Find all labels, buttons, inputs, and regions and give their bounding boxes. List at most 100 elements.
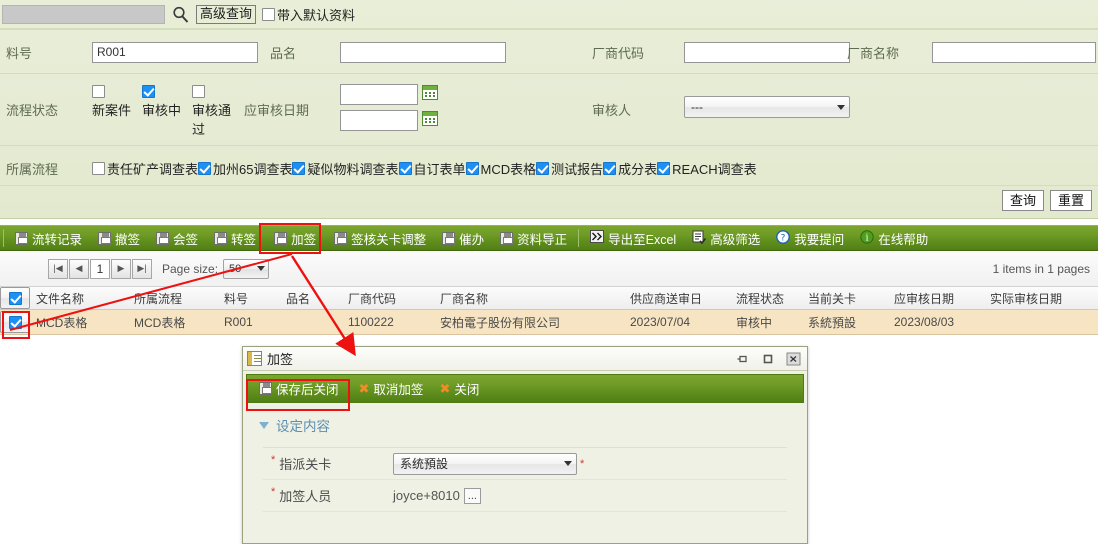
chevron-down-icon[interactable] <box>259 421 269 429</box>
toolbar-item-export-excel[interactable]: 导出至Excel <box>582 226 684 250</box>
checkbox-box[interactable] <box>398 161 412 175</box>
checkbox-box[interactable] <box>262 7 276 21</box>
dialog-cancel-sign-button[interactable]: ✖ 取消加签 <box>351 377 432 401</box>
column-header-current-stage[interactable]: 当前关卡 <box>802 290 888 307</box>
belong-flow-option-2[interactable]: 疑似物料调查表 <box>292 159 399 178</box>
checkbox-box[interactable] <box>657 161 671 175</box>
column-header-belong-flow[interactable]: 所属流程 <box>128 290 218 307</box>
toolbar-item-countersign[interactable]: 会签 <box>148 226 206 250</box>
items-info: 1 items in 1 pages <box>992 261 1090 276</box>
checkbox-box[interactable] <box>192 85 205 98</box>
select-all-checkbox[interactable] <box>0 287 30 309</box>
row-select-checkbox[interactable] <box>0 311 30 333</box>
x-icon: ✖ <box>439 381 451 396</box>
toolbar-item-advanced-filter[interactable]: 高级筛选 <box>684 226 768 250</box>
checkbox-box[interactable] <box>465 161 479 175</box>
checkbox-box[interactable] <box>142 85 155 98</box>
column-header-flow-status[interactable]: 流程状态 <box>730 290 802 307</box>
checkbox-box[interactable] <box>536 161 550 175</box>
toolbar-item-flow-record[interactable]: 流转记录 <box>7 226 90 250</box>
reviewer-select[interactable]: --- <box>684 96 850 118</box>
pager-last-button[interactable]: ▶| <box>132 258 152 279</box>
advanced-query-button[interactable]: 高级查询 <box>196 4 257 24</box>
cell-belong-flow: MCD表格 <box>134 315 186 330</box>
flow-status-option-2[interactable]: 审核通过 <box>192 85 242 138</box>
column-header-vendor-code[interactable]: 厂商代码 <box>342 290 434 307</box>
table-row[interactable]: MCD表格 MCD表格 R001 1100222 安柏電子股份有限公司 2023… <box>0 310 1098 335</box>
column-header-actual-date[interactable]: 实际审核日期 <box>984 290 1094 307</box>
sign-person-picker-button[interactable]: ... <box>463 487 481 504</box>
belong-flow-option-4[interactable]: MCD表格 <box>465 159 536 178</box>
maximize-icon[interactable] <box>758 351 778 367</box>
belong-flow-option-7[interactable]: REACH调查表 <box>657 159 757 178</box>
pin-icon[interactable] <box>733 351 753 367</box>
material-no-input[interactable] <box>92 41 258 63</box>
query-button[interactable]: 查询 <box>1001 190 1044 211</box>
cell-vendor-name: 安柏電子股份有限公司 <box>440 315 561 330</box>
belong-flow-option-5[interactable]: 测试报告 <box>536 159 603 178</box>
toolbar-item-approval-adjust[interactable]: 签核关卡调整 <box>326 226 434 250</box>
product-name-input[interactable] <box>340 41 506 63</box>
column-header-vendor-name[interactable]: 厂商名称 <box>434 290 624 307</box>
reset-button[interactable]: 重置 <box>1049 190 1092 211</box>
belong-flow-option-6[interactable]: 成分表 <box>603 159 657 178</box>
pager-prev-button[interactable]: ◀ <box>69 258 89 279</box>
review-date-from-input[interactable] <box>340 84 418 105</box>
toolbar-item-ask-question[interactable]: ? 我要提问 <box>768 226 852 250</box>
checkbox-box[interactable] <box>8 291 22 305</box>
review-date-to-input[interactable] <box>340 110 418 131</box>
dialog-title-bar[interactable]: 加签 <box>243 347 807 371</box>
belong-flow-option-1[interactable]: 加州65调查表 <box>198 159 292 178</box>
toolbar-item-label: 加签 <box>291 232 317 247</box>
settings-section-header[interactable]: 设定内容 <box>253 413 797 435</box>
checkbox-box[interactable] <box>8 315 22 329</box>
checkbox-box[interactable] <box>92 85 105 98</box>
flow-status-option-label: 审核中 <box>142 103 182 118</box>
default-data-checkbox[interactable]: 带入默认资料 <box>262 5 355 24</box>
reviewer-label: 审核人 <box>592 103 632 118</box>
toolbar-item-add-sign[interactable]: 加签 <box>264 226 326 250</box>
flow-status-option-0[interactable]: 新案件 <box>92 85 140 119</box>
vendor-name-label: 厂商名称 <box>847 45 900 61</box>
calendar-icon[interactable] <box>422 85 438 100</box>
toolbar-item-label: 取消加签 <box>373 383 424 397</box>
search-icon[interactable] <box>171 5 190 24</box>
dialog-body: 设定内容 * 指派关卡 系统預設 * * 加签人员 joyce+8010 ... <box>243 403 807 512</box>
column-header-submit-date[interactable]: 供应商送审日 <box>624 290 730 307</box>
checkbox-box[interactable] <box>92 161 105 175</box>
page-size-select[interactable]: 50 <box>223 258 270 279</box>
pager-current-page[interactable]: 1 <box>90 258 110 279</box>
column-header-product-name[interactable]: 品名 <box>280 290 342 307</box>
info-icon: i <box>860 229 874 247</box>
dialog-form: * 指派关卡 系统預設 * * 加签人员 joyce+8010 ... <box>263 447 787 512</box>
toolbar-item-urge[interactable]: 催办 <box>434 226 492 250</box>
column-header-material-no[interactable]: 料号 <box>218 290 280 307</box>
toolbar-item-online-help[interactable]: i 在线帮助 <box>852 226 936 250</box>
toolbar-item-data-correction[interactable]: 资料导正 <box>492 226 575 250</box>
vendor-name-input[interactable] <box>932 41 1096 63</box>
calendar-icon[interactable] <box>422 111 438 126</box>
column-header-file-name[interactable]: 文件名称 <box>30 290 128 307</box>
dialog-close-button[interactable]: ✖ 关闭 <box>431 377 487 401</box>
pager: |◀ ◀ 1 ▶ ▶| Page size: 50 1 items in 1 p… <box>0 251 1098 287</box>
disk-icon <box>334 231 348 245</box>
toolbar-item-withdraw[interactable]: 撤签 <box>90 226 148 250</box>
pager-next-button[interactable]: ▶ <box>111 258 131 279</box>
dialog-save-close-button[interactable]: 保存后关闭 <box>247 377 351 401</box>
search-input[interactable] <box>2 4 165 24</box>
close-icon[interactable] <box>783 351 803 367</box>
belong-flow-option-3[interactable]: 自订表单 <box>398 159 466 178</box>
toolbar-item-transfer-sign[interactable]: 转签 <box>206 226 264 250</box>
checkbox-box[interactable] <box>603 161 617 175</box>
section-title: 设定内容 <box>276 419 330 434</box>
checkbox-box[interactable] <box>198 161 212 175</box>
flow-status-option-1[interactable]: 审核中 <box>142 85 190 119</box>
cell-flow-status: 审核中 <box>736 315 773 330</box>
belong-flow-option-0[interactable]: 责任矿产调查表 <box>92 159 198 178</box>
column-header-due-date[interactable]: 应审核日期 <box>888 290 984 307</box>
assign-stage-select[interactable]: 系统預設 <box>393 452 577 475</box>
belong-flow-option-label: 测试报告 <box>551 161 604 177</box>
pager-first-button[interactable]: |◀ <box>48 258 68 279</box>
vendor-code-input[interactable] <box>684 41 850 63</box>
checkbox-box[interactable] <box>292 161 306 175</box>
